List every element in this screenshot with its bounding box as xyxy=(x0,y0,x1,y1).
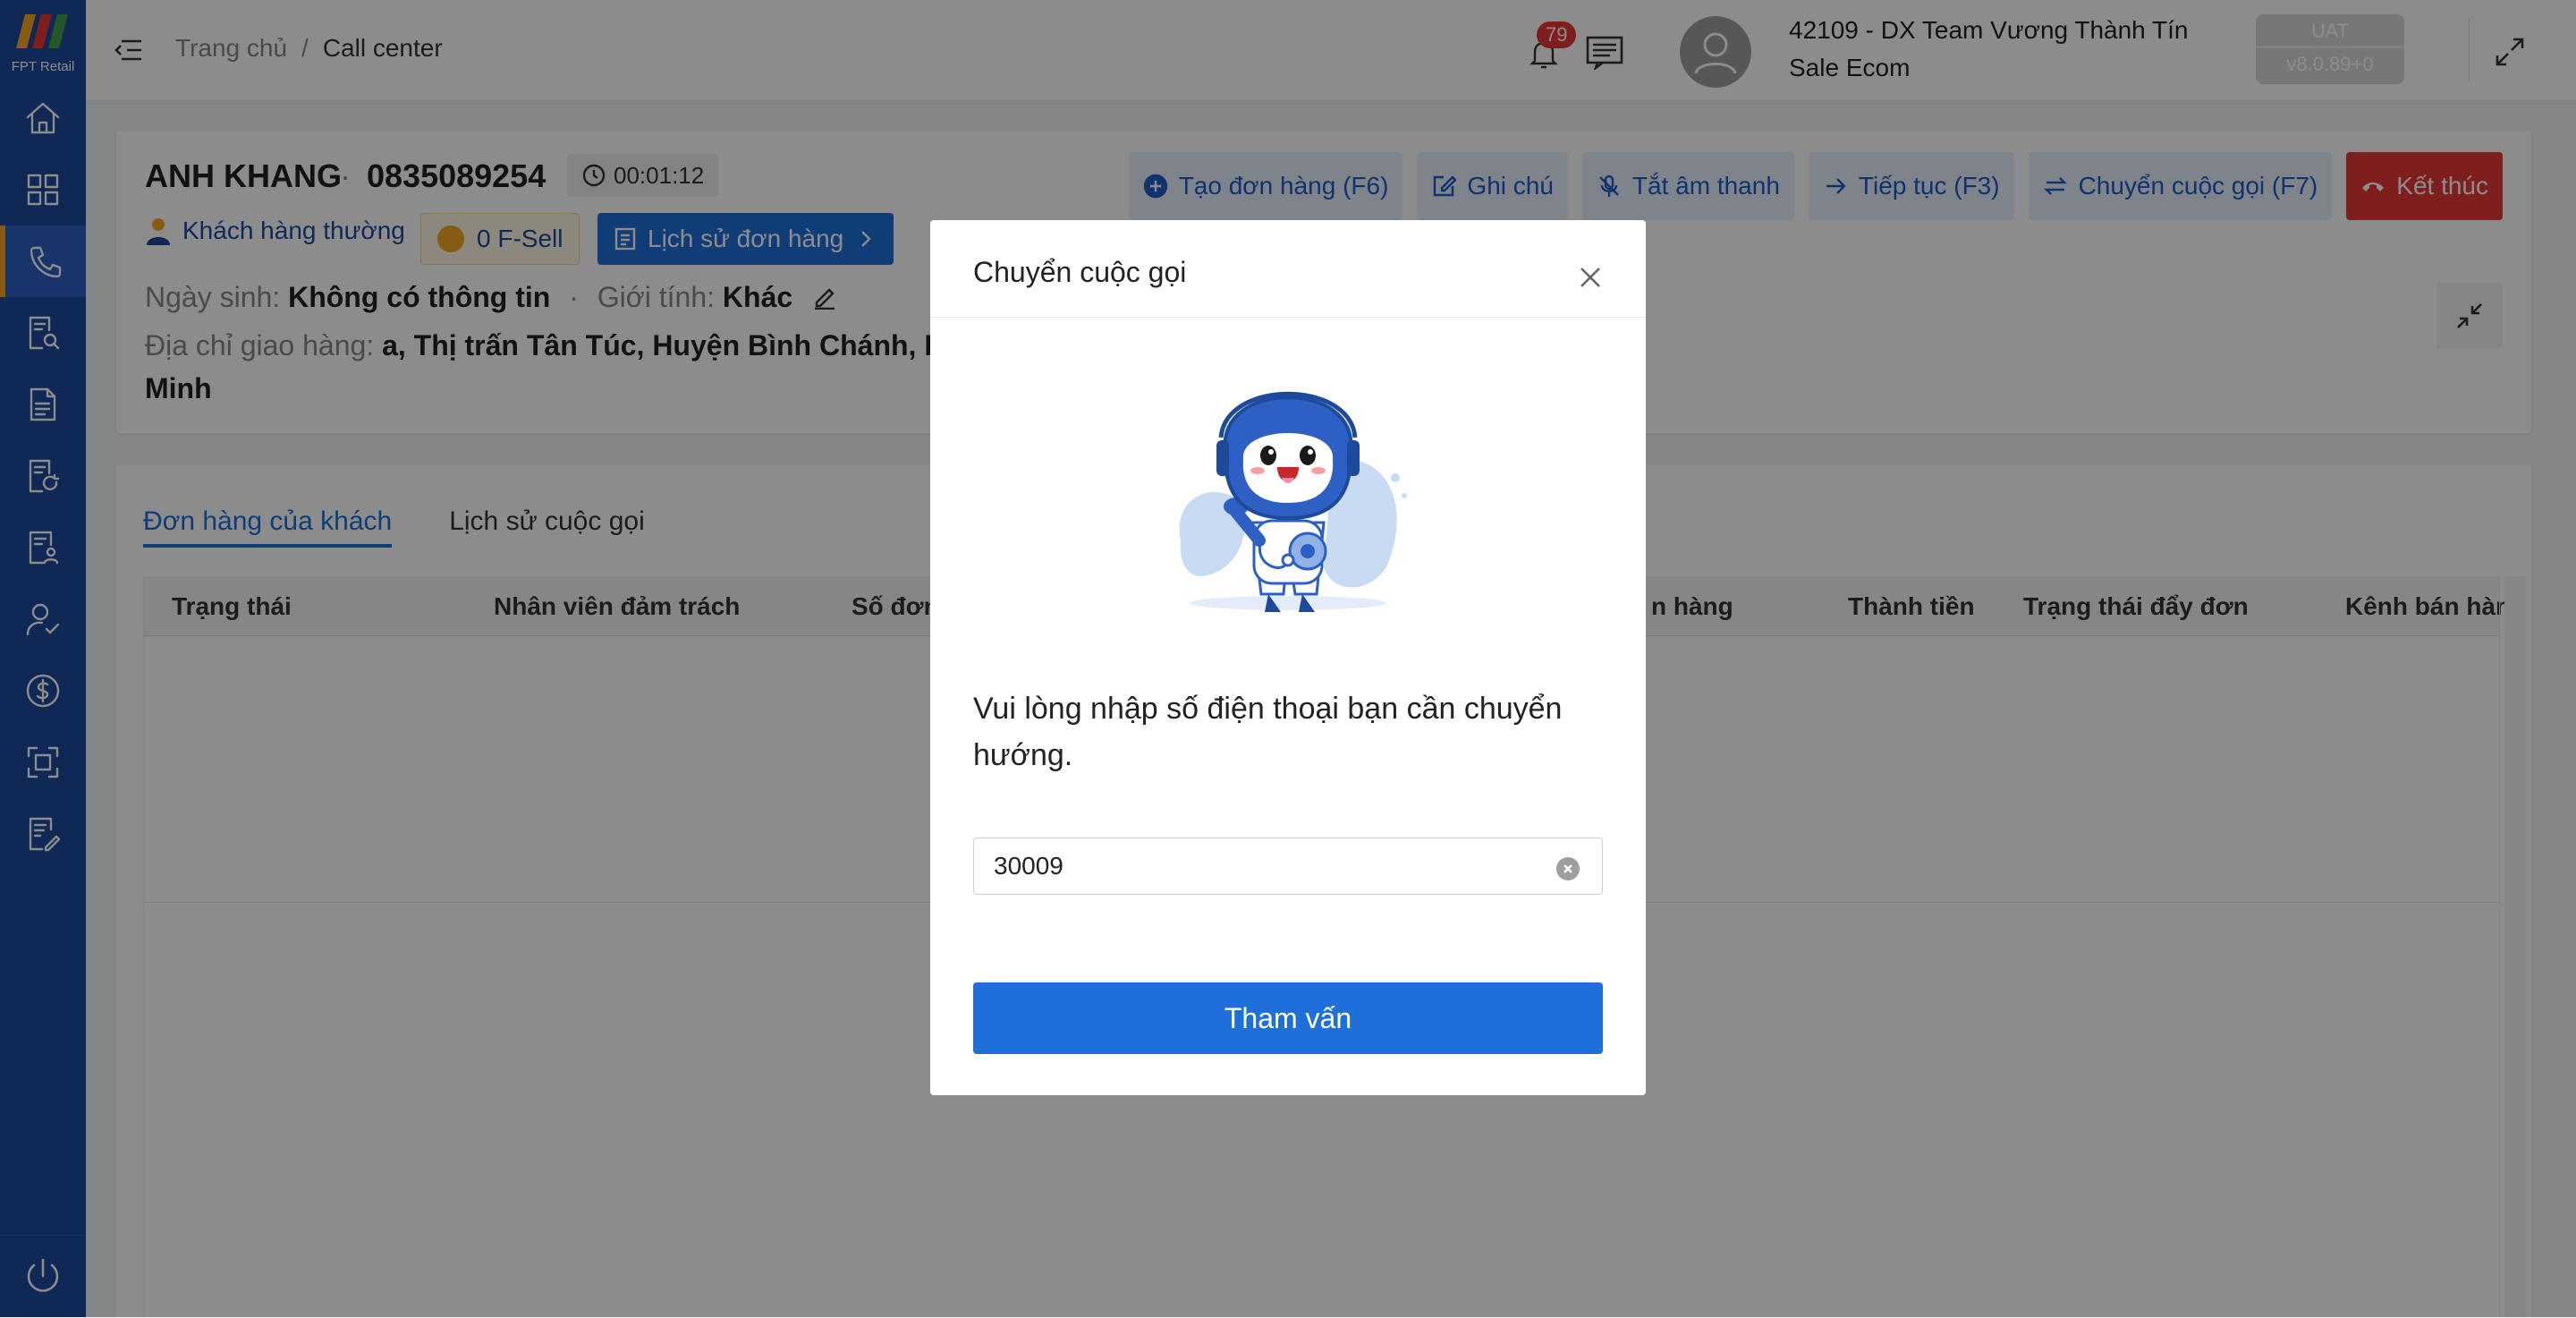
modal-message: Vui lòng nhập số điện thoại bạn cần chuy… xyxy=(973,692,1563,772)
consult-button[interactable]: Tham vấn xyxy=(973,982,1603,1054)
transfer-phone-input[interactable] xyxy=(973,838,1603,895)
transfer-call-modal: Chuyển cuộc gọi Vui lòng nhập số điện th… xyxy=(930,220,1646,1095)
modal-close-button[interactable] xyxy=(1572,259,1608,295)
modal-title: Chuyển cuộc gọi xyxy=(973,256,1187,288)
clear-input-button[interactable] xyxy=(1556,857,1580,880)
call-center-mascot-illustration xyxy=(1179,391,1407,612)
clear-x-icon xyxy=(1563,864,1572,873)
close-icon xyxy=(1580,268,1600,287)
modal-divider xyxy=(930,317,1646,318)
